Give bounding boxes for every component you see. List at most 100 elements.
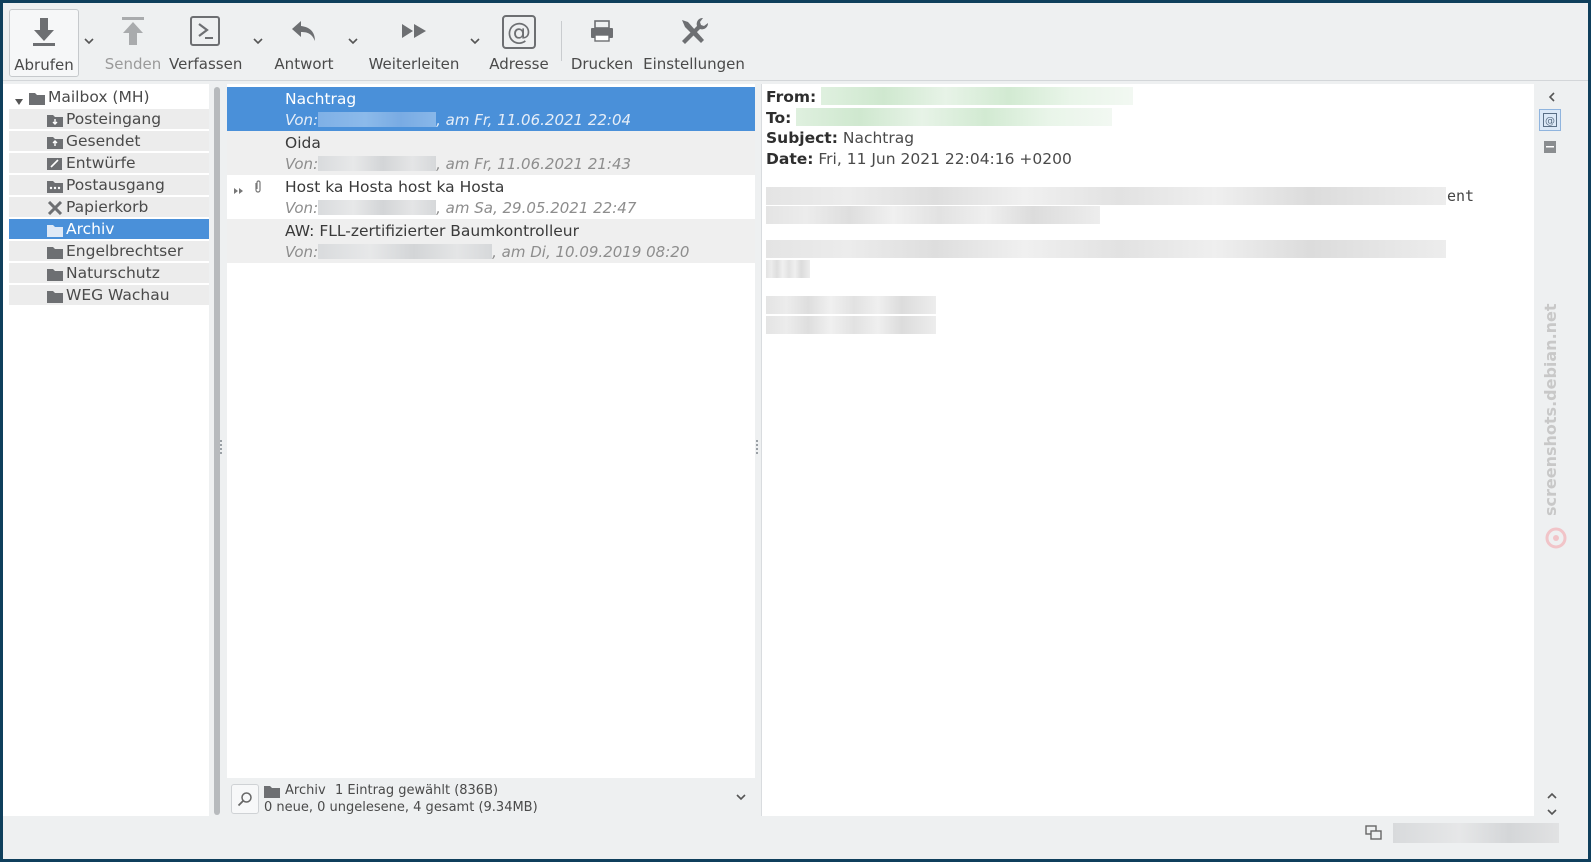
message-row[interactable]: Oida Von: , am Fr, 11.06.2021 21:43 [227,131,755,175]
send-button[interactable]: Senden [103,9,163,75]
watermark: screenshots.debian.net [1541,303,1560,516]
folder-item-posteingang[interactable]: Posteingang [9,109,209,129]
printer-icon [587,15,617,51]
folder-item-postausgang[interactable]: Postausgang [9,175,209,195]
upload-icon [118,15,148,51]
fetch-label: Abrufen [14,56,74,74]
show-headers-toggle[interactable]: @ [1539,109,1561,131]
debian-swirl-icon [1545,527,1567,553]
forward-dropdown-chevron-icon[interactable] [468,33,482,47]
body-visible-fragment: ent [1447,187,1475,205]
redacted-from-address [821,87,1134,105]
header-from: From: [766,87,1134,106]
trash-icon [47,200,63,220]
redacted-body-line [766,187,1446,205]
folder-icon [47,266,63,286]
forward-button[interactable]: Weiterleiten [366,9,462,75]
fetch-dropdown-chevron-icon[interactable] [82,33,96,47]
folder-item-weg-wachau[interactable]: WEG Wachau [9,285,209,305]
header-subject: Subject: Nachtrag [766,129,914,147]
redacted-body-line [766,316,936,334]
folder-label: Entwürfe [66,154,136,172]
header-date: Date: Fri, 11 Jun 2021 22:04:16 +0200 [766,150,1072,168]
message-meta: Von: , am Sa, 29.05.2021 22:47 [285,199,636,217]
folder-item-archiv[interactable]: Archiv [9,219,209,239]
folder-item-engelbrechtser[interactable]: Engelbrechtser [9,241,209,261]
status-selection: 1 Eintrag gewählt (836B) [335,783,499,798]
folder-label: Mailbox (MH) [48,88,150,106]
message-list-status: Archiv 1 Eintrag gewählt (836B) 0 neue, … [227,779,755,817]
message-row[interactable]: Host ka Hosta host ka Hosta Von: , am Sa,… [227,175,755,219]
message-subject: Host ka Hosta host ka Hosta [285,178,505,196]
message-list: Nachtrag Von: , am Fr, 11.06.2021 22:04 O… [227,84,755,778]
inbox-icon [47,112,63,132]
message-subject: Oida [285,134,321,152]
search-icon [237,792,252,807]
compose-label: Verfassen [169,55,243,73]
toolbar: Abrufen Senden Verfassen Antwort Weiterl… [3,3,1588,81]
compose-button[interactable]: Verfassen [169,9,243,75]
date-label: Date: [766,150,814,168]
header-to: To: [766,108,1113,127]
message-date: , am Di, 10.09.2019 08:20 [492,243,690,261]
forwarded-icon [233,181,245,200]
from-prefix: Von: [285,111,319,129]
send-label: Senden [104,55,162,73]
folder-label: Posteingang [66,110,162,128]
subject-value: Nachtrag [842,129,915,147]
print-button[interactable]: Drucken [569,9,635,75]
folder-label: Archiv [66,220,115,238]
outbox-icon [47,178,63,198]
message-subject: AW: FLL-zertifizierter Baumkontrolleur [285,222,580,240]
from-prefix: Von: [285,199,319,217]
compose-dropdown-chevron-icon[interactable] [251,33,265,47]
pane-splitter-handle[interactable] [756,440,760,454]
paperclip-icon [253,179,263,198]
message-subject: Nachtrag [285,90,357,108]
search-button[interactable] [231,784,259,814]
reply-button[interactable]: Antwort [271,9,337,75]
status-folder-name: Archiv [285,783,326,798]
compose-icon [189,15,221,51]
folder-icon [29,90,45,110]
redacted-body-line [766,296,936,314]
reply-icon [289,15,319,51]
folder-icon [47,244,63,264]
settings-label: Einstellungen [643,55,745,73]
tools-icon [677,15,711,53]
settings-button[interactable]: Einstellungen [643,9,745,75]
download-icon [29,16,59,52]
print-label: Drucken [570,55,634,73]
at-sign-icon: @ [1543,113,1557,127]
redacted-body-line [766,260,810,278]
bottom-status-bar [3,817,1588,859]
message-date: , am Sa, 29.05.2021 22:47 [436,199,637,217]
folder-label: WEG Wachau [66,286,170,304]
source-view-icon[interactable] [1543,139,1557,158]
at-sign-icon: @ [502,15,536,53]
to-label: To: [766,109,792,127]
message-meta: Von: , am Di, 10.09.2019 08:20 [285,243,689,261]
message-row[interactable]: AW: FLL-zertifizierter Baumkontrolleur V… [227,219,755,263]
fetch-button[interactable]: Abrufen [9,9,79,77]
reply-dropdown-chevron-icon[interactable] [346,33,360,47]
folder-root-mailbox[interactable]: Mailbox (MH) [9,87,209,107]
address-book-button[interactable]: @ Adresse [489,9,549,75]
folder-item-gesendet[interactable]: Gesendet [9,131,209,151]
folder-icon [47,222,63,242]
message-row[interactable]: Nachtrag Von: , am Fr, 11.06.2021 22:04 [227,87,755,131]
svg-text:@: @ [507,18,531,46]
folder-item-papierkorb[interactable]: Papierkorb [9,197,209,217]
redacted-body-line [766,206,1100,224]
redacted-sender [318,244,493,259]
windows-icon[interactable] [1365,825,1383,845]
chevron-left-icon[interactable] [1546,88,1558,107]
chevron-down-icon[interactable] [735,791,747,806]
folder-item-naturschutz[interactable]: Naturschutz [9,263,209,283]
folder-item-entwuerfe[interactable]: Entwürfe [9,153,209,173]
toolbar-divider [3,80,1588,81]
pane-splitter-handle[interactable] [220,440,224,454]
folder-label: Postausgang [66,176,165,194]
reply-label: Antwort [274,55,334,73]
folder-label: Gesendet [66,132,141,150]
